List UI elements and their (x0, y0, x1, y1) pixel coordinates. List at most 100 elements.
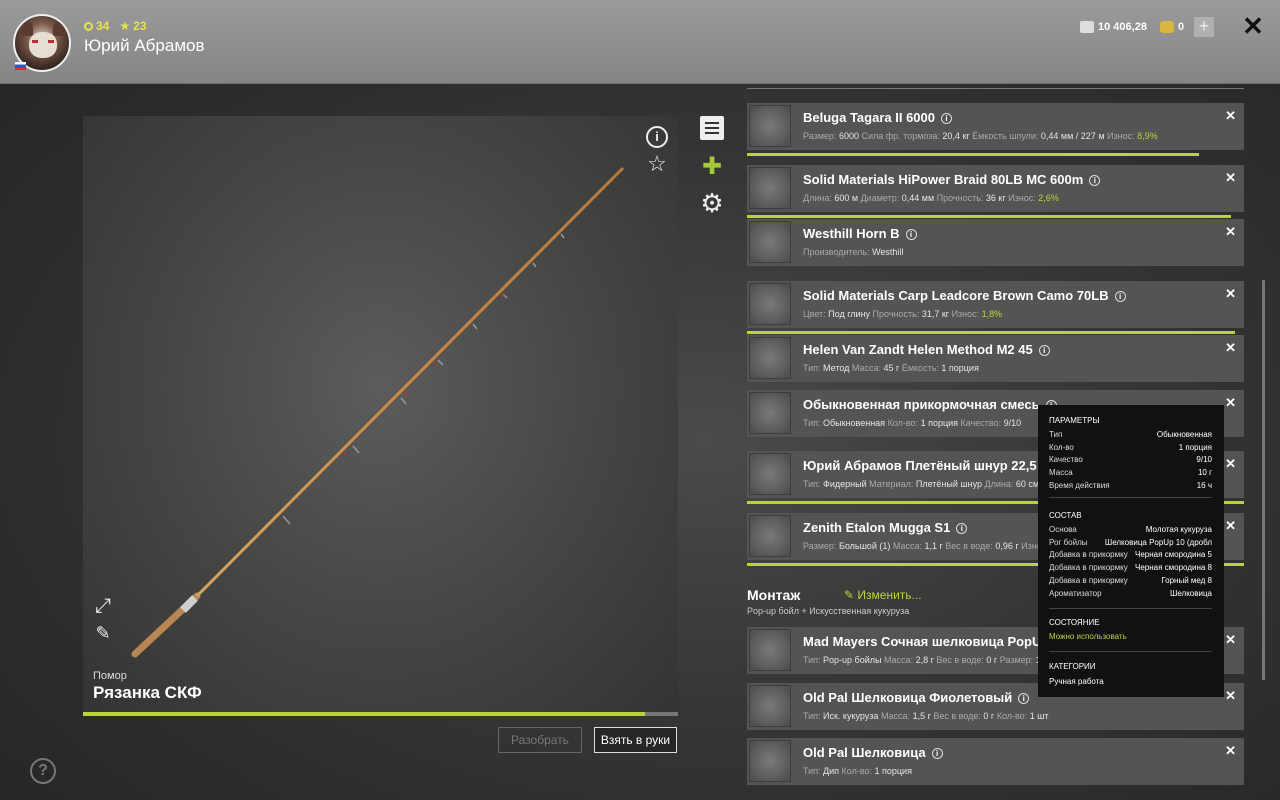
remove-icon[interactable]: ✕ (1225, 688, 1236, 704)
meta-key: Износ: (1005, 193, 1039, 203)
wrench-icon[interactable]: ✎ (91, 621, 115, 645)
item-wear-bar (747, 331, 1236, 334)
item-name: Zenith Etalon Mugga S1 i (803, 520, 968, 535)
meta-value: 1,8% (981, 309, 1003, 319)
rod-preview[interactable]: i ☆ ⤢ ✎ (83, 116, 678, 716)
meta-key: Размер: (803, 541, 839, 551)
remove-icon[interactable]: ✕ (1225, 395, 1236, 411)
tooltip-row: Рог бойлы Шелковица PopUp 10 (дробл (1049, 538, 1212, 547)
list-divider (747, 88, 1244, 89)
meta-value: 2,8 г (915, 655, 934, 665)
info-icon[interactable]: i (905, 229, 917, 240)
meta-value: Большой (1) (838, 541, 891, 551)
meta-value: 45 г (883, 363, 900, 373)
meta-key: Длина: (803, 193, 835, 203)
close-icon[interactable]: ✕ (1240, 13, 1266, 39)
tooltip-value: 10 г (1197, 468, 1212, 478)
rod-title: Рязанка СКФ (93, 683, 202, 702)
item-meta: Тип: Иск. кукуруза Масса: 1,5 г Вес в во… (803, 711, 1049, 721)
tooltip-category-value: Ручная работа (1049, 677, 1104, 686)
remove-icon[interactable]: ✕ (1225, 340, 1236, 356)
tooltip-key: Рог бойлы (1049, 537, 1088, 547)
info-icon[interactable]: i (646, 126, 668, 148)
list-item[interactable]: Westhill Horn Bi Производитель: Westhill ✕ (747, 219, 1244, 266)
remove-icon[interactable]: ✕ (1225, 518, 1236, 534)
remove-icon[interactable]: ✕ (1225, 224, 1236, 240)
info-icon[interactable]: i (1038, 345, 1050, 356)
item-thumbnail (749, 105, 791, 147)
meta-key: Размер: (803, 131, 839, 141)
meta-value: 31,7 кг (921, 309, 950, 319)
tooltip-value: Молотая кукуруза (1145, 525, 1212, 534)
meta-key: Прочность: (870, 309, 922, 319)
info-icon[interactable]: i (956, 523, 968, 534)
tooltip-row: Ароматизатор Шелковица (1049, 589, 1212, 598)
remove-icon[interactable]: ✕ (1225, 108, 1236, 124)
disassemble-button[interactable]: Разобрать (498, 727, 582, 753)
tooltip-divider (1049, 497, 1212, 498)
item-thumbnail (749, 629, 791, 671)
item-meta: Тип: Метод Масса: 45 г Ёмкость: 1 порция (803, 363, 979, 373)
meta-value: 0,96 г (995, 541, 1019, 551)
list-item[interactable]: Beluga Tagara II 6000 i Размер: 6000 Сила … (747, 103, 1244, 150)
remove-icon[interactable]: ✕ (1225, 743, 1236, 759)
doc-icon[interactable] (700, 116, 724, 140)
info-icon[interactable]: i (1114, 291, 1126, 302)
add-gold-button[interactable]: + (1194, 17, 1214, 37)
meta-key: Тип: (803, 418, 824, 428)
montage-edit-button[interactable]: ✎ Изменить... (844, 588, 922, 602)
expand-icon[interactable]: ⤢ (91, 594, 115, 618)
take-in-hands-button[interactable]: Взять в руки (594, 727, 677, 753)
item-thumbnail (749, 685, 791, 727)
info-icon[interactable]: i (941, 113, 952, 124)
list-item[interactable]: Solid Materials HiPower Braid 80LB MC 60… (747, 165, 1244, 212)
info-icon[interactable]: i (1089, 175, 1101, 186)
tooltip-key: Тип (1049, 430, 1063, 439)
puzzle-icon[interactable]: ✚ (700, 155, 724, 179)
item-meta: Тип: Дип Кол-во: 1 порция (803, 766, 912, 776)
tooltip-row: Добавка в прикормку Черная смородина 5 (1049, 550, 1212, 559)
favorite-star-icon[interactable]: ☆ (645, 152, 669, 176)
meta-value: Метод (823, 363, 850, 373)
item-thumbnail (749, 740, 791, 782)
gear-icon[interactable]: ⚙ (700, 190, 724, 216)
tooltip-key: Кол-во (1049, 442, 1074, 452)
meta-key: Диаметр: (858, 193, 902, 203)
item-meta: Тип: Фидерный Материал: Плетёный шнур Дл… (803, 479, 1039, 489)
remove-icon[interactable]: ✕ (1225, 632, 1236, 648)
list-item[interactable]: Old Pal Шелковица i Тип: Дип Кол-во: 1 пор… (747, 738, 1244, 785)
tooltip-section-params: ПАРАМЕТРЫ (1049, 416, 1100, 425)
help-icon[interactable]: ? (30, 758, 56, 784)
meta-key: Кол-во: (994, 711, 1030, 721)
tooltip-row: Основа Молотая кукуруза (1049, 525, 1212, 534)
list-item[interactable]: Helen Van Zandt Helen Method M2 45 i Тип: … (747, 335, 1244, 382)
scrollbar[interactable] (1262, 280, 1265, 680)
tooltip-key: Основа (1049, 525, 1077, 534)
montage-subtitle: Pop-up бойл + Искусственная кукуруза (747, 606, 910, 616)
remove-icon[interactable]: ✕ (1225, 456, 1236, 472)
gold-balance: 0 (1160, 17, 1184, 37)
tooltip-value: Черная смородина 5 (1135, 550, 1212, 560)
tooltip-state-value: Можно использовать (1049, 632, 1127, 641)
info-icon[interactable]: i (1018, 693, 1030, 704)
meta-key: Масса: (890, 541, 925, 551)
tooltip-row: Масса 10 г (1049, 468, 1212, 477)
tooltip-section-state: СОСТОЯНИЕ (1049, 618, 1100, 627)
meta-value: Дип (823, 766, 840, 776)
silver-balance: 10 406,28 (1080, 17, 1147, 37)
remove-icon[interactable]: ✕ (1225, 170, 1236, 186)
info-icon[interactable]: i (931, 748, 943, 759)
meta-value: 0,44 мм (901, 193, 935, 203)
meta-value: 60 см (1015, 479, 1040, 489)
item-meta: Тип: Обыкновенная Кол-во: 1 порция Качес… (803, 418, 1021, 428)
item-thumbnail (749, 167, 791, 209)
item-name: Solid Materials HiPower Braid 80LB MC 60… (803, 172, 1101, 187)
tooltip-row: Добавка в прикормку Черная смородина 8 (1049, 563, 1212, 572)
username: Юрий Абрамов (84, 36, 205, 55)
tooltip-key: Ароматизатор (1049, 588, 1102, 598)
item-meta: Размер: 6000 Сила фр. тормоза: 20,4 кг Ё… (803, 131, 1158, 141)
remove-icon[interactable]: ✕ (1225, 286, 1236, 302)
item-meta: Производитель: Westhill (803, 247, 903, 257)
meta-key: Кол-во: (885, 418, 921, 428)
list-item[interactable]: Solid Materials Carp Leadcore Brown Camo… (747, 281, 1244, 328)
